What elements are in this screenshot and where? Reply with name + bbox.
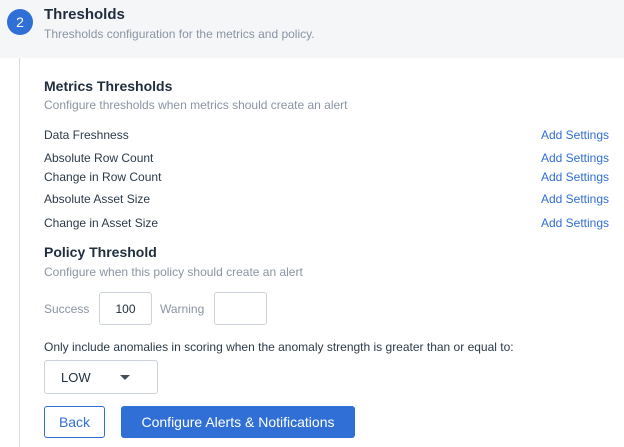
metric-label-absolute-row-count: Absolute Row Count <box>44 151 154 165</box>
add-settings-change-in-asset-size-link[interactable]: Add Settings <box>541 216 609 230</box>
anomaly-strength-select[interactable]: LOW <box>44 360 158 394</box>
policy-threshold-description: Configure when this policy should create… <box>44 265 303 279</box>
step-title: Thresholds <box>44 6 125 23</box>
add-settings-change-in-row-count-link[interactable]: Add Settings <box>541 170 609 184</box>
add-settings-absolute-row-count-link[interactable]: Add Settings <box>541 151 609 165</box>
policy-threshold-title: Policy Threshold <box>44 244 157 260</box>
metrics-thresholds-description: Configure thresholds when metrics should… <box>44 98 348 112</box>
metric-label-change-in-asset-size: Change in Asset Size <box>44 216 159 230</box>
step-subtitle: Thresholds configuration for the metrics… <box>44 27 315 41</box>
metric-label-absolute-asset-size: Absolute Asset Size <box>44 192 151 206</box>
anomaly-strength-note: Only include anomalies in scoring when t… <box>44 340 514 354</box>
warning-label: Warning <box>160 302 205 316</box>
add-settings-absolute-asset-size-link[interactable]: Add Settings <box>541 192 609 206</box>
metric-label-change-in-row-count: Change in Row Count <box>44 170 162 184</box>
back-button[interactable]: Back <box>44 406 105 438</box>
metrics-thresholds-title: Metrics Thresholds <box>44 78 173 94</box>
configure-alerts-button[interactable]: Configure Alerts & Notifications <box>121 406 355 438</box>
success-label: Success <box>44 302 90 316</box>
anomaly-strength-selected-value: LOW <box>61 370 91 385</box>
caret-down-icon <box>120 375 130 380</box>
success-threshold-input[interactable] <box>99 292 152 325</box>
step-header: 2 Thresholds Thresholds configuration fo… <box>0 0 624 58</box>
add-settings-data-freshness-link[interactable]: Add Settings <box>541 128 609 142</box>
step-rail-divider <box>19 58 20 447</box>
warning-threshold-input[interactable] <box>214 292 267 325</box>
metric-label-data-freshness: Data Freshness <box>44 128 129 142</box>
step-number-badge: 2 <box>7 9 33 35</box>
